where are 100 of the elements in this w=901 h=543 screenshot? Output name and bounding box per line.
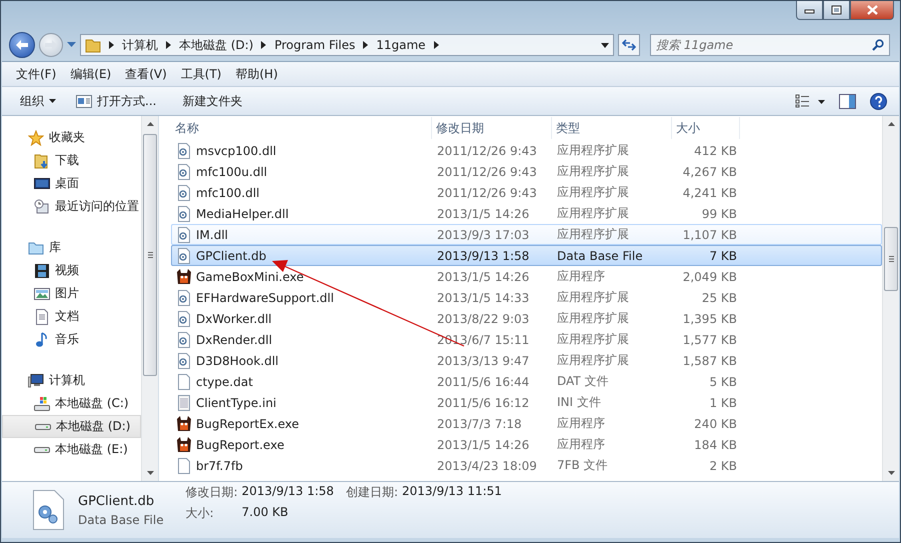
file-name: mfc100u.dll — [172, 164, 433, 180]
search-field[interactable]: 搜索 11game — [650, 34, 890, 56]
modified-date: 2013/1/5 14:26 — [436, 438, 530, 452]
file-row[interactable]: MediaHelper.dll 2013/1/5 14:26 应用程序扩展 99 KB — [171, 203, 882, 224]
breadcrumb[interactable]: 11game — [376, 38, 426, 52]
modified-date: 2011/12/26 9:43 — [436, 186, 538, 200]
sidebar-item[interactable]: 视频 — [2, 259, 141, 282]
grip-icon — [148, 252, 152, 258]
sidebar-item[interactable]: 图片 — [2, 282, 141, 305]
scrollbar-thumb[interactable] — [884, 227, 898, 291]
view-options-button[interactable] — [795, 94, 825, 108]
file-row[interactable]: EFHardwareSupport.dll 2013/1/5 14:33 应用程序扩展 25 KB — [171, 287, 882, 308]
detail-value: 7.00 KB — [242, 505, 290, 521]
detail-label: 大小: — [186, 505, 215, 522]
column-header[interactable]: 类型 — [552, 117, 672, 139]
breadcrumb[interactable]: Program Files — [274, 38, 356, 52]
file-size: 4,267 KB — [682, 164, 738, 178]
file-row[interactable]: mfc100.dll 2011/12/26 9:43 应用程序扩展 4,241 KB — [171, 182, 882, 203]
help-button[interactable] — [870, 92, 887, 110]
sidebar-item[interactable]: 本地磁盘 (D:) — [2, 415, 141, 438]
modified-date: 2013/1/5 14:26 — [436, 206, 530, 220]
file-row[interactable]: GameBoxMini.exe 2013/1/5 14:26 应用程序 2,049 KB — [171, 266, 882, 287]
modified-date: 2011/5/6 16:12 — [436, 396, 530, 410]
file-row[interactable]: DxWorker.dll 2013/8/22 9:03 应用程序扩展 1,395 KB — [171, 308, 882, 329]
refresh-button[interactable] — [618, 34, 640, 56]
file-size: 2 KB — [708, 458, 738, 472]
menu-item[interactable]: 帮助(H) — [232, 64, 282, 84]
sidebar-item[interactable]: 本地磁盘 (E:) — [2, 438, 141, 461]
close-button[interactable] — [850, 1, 894, 20]
file-gear-icon — [32, 490, 64, 530]
file-row[interactable]: msvcp100.dll 2011/12/26 9:43 应用程序扩展 412 KB — [171, 140, 882, 161]
file-type: 应用程序 — [556, 268, 606, 285]
file-size: 5 KB — [708, 374, 738, 388]
file-name: mfc100.dll — [172, 184, 433, 200]
column-header[interactable]: 名称 — [171, 117, 432, 139]
dll-file-icon — [176, 332, 192, 348]
star-icon — [28, 130, 44, 146]
grip-icon — [888, 256, 894, 262]
breadcrumb[interactable]: 本地磁盘 (D:) — [179, 36, 254, 54]
dll-file-icon — [176, 290, 192, 306]
file-name: BugReport.exe — [172, 436, 433, 452]
game-app-icon — [176, 268, 192, 284]
toolbar-button[interactable]: 打开方式... — [70, 90, 162, 112]
file-row[interactable]: D3D8Hook.dll 2013/3/13 9:47 应用程序扩展 1,587 KB — [171, 350, 882, 371]
file-row[interactable]: BugReportEx.exe 2013/7/3 7:18 应用程序 240 KB — [171, 413, 882, 434]
minimize-button[interactable] — [796, 1, 823, 20]
file-size: 2,049 KB — [682, 270, 738, 284]
file-row[interactable]: BugReport.exe 2013/1/5 14:26 应用程序 184 KB — [171, 434, 882, 455]
file-type: 应用程序扩展 — [556, 142, 630, 159]
music-note-icon — [34, 332, 50, 348]
back-button[interactable] — [9, 32, 35, 58]
menu-item[interactable]: 查看(V) — [121, 64, 171, 84]
maximize-button[interactable] — [823, 1, 850, 20]
sidebar-item[interactable]: 文档 — [2, 305, 141, 328]
toolbar-button[interactable]: 新建文件夹 — [176, 90, 248, 112]
sidebar-item[interactable]: 最近访问的位置 — [2, 195, 141, 218]
toolbar-button[interactable]: 组织 — [14, 90, 62, 112]
scrollbar[interactable] — [141, 116, 158, 481]
dll-file-icon — [176, 184, 192, 200]
file-row[interactable]: ctype.dat 2011/5/6 16:44 DAT 文件 5 KB — [171, 371, 882, 392]
sidebar-item[interactable]: 库 — [2, 236, 141, 259]
file-row[interactable]: IM.dll 2013/9/3 17:03 应用程序扩展 1,107 KB — [171, 224, 882, 245]
chevron-icon — [363, 41, 368, 49]
sidebar-item[interactable]: 下载 — [2, 149, 141, 172]
column-header[interactable]: 修改日期 — [432, 117, 552, 139]
sidebar-item[interactable]: 音乐 — [2, 328, 141, 351]
column-header[interactable]: 大小 — [672, 117, 740, 139]
menu-item[interactable]: 工具(T) — [176, 64, 226, 84]
file-row[interactable]: br7f.7fb 2013/4/23 18:09 7FB 文件 2 KB — [171, 455, 882, 476]
modified-date: 2013/1/5 14:33 — [436, 290, 530, 304]
dll-file-icon — [176, 352, 192, 368]
file-size: 240 KB — [693, 416, 738, 430]
menu-item[interactable]: 文件(F) — [12, 64, 60, 84]
sidebar-item[interactable]: 计算机 — [2, 369, 141, 392]
scrollbar-thumb[interactable] — [143, 134, 157, 376]
file-name: ClientType.ini — [172, 394, 433, 410]
file-type: Data Base File — [78, 512, 164, 526]
modified-date: 2013/7/3 7:18 — [436, 416, 523, 430]
monitor-icon — [34, 176, 50, 192]
file-size: 99 KB — [700, 206, 738, 220]
file-row[interactable]: mfc100u.dll 2011/12/26 9:43 应用程序扩展 4,267 KB — [171, 161, 882, 182]
file-row[interactable]: ClientType.ini 2011/5/6 16:12 INI 文件 1 KB — [171, 392, 882, 413]
sidebar-item[interactable]: 本地磁盘 (C:) — [2, 392, 141, 415]
game-app-icon — [176, 436, 192, 452]
breadcrumb[interactable]: 计算机 — [122, 36, 158, 54]
sidebar-item[interactable]: 桌面 — [2, 172, 141, 195]
window-icon — [76, 94, 92, 108]
file-row[interactable]: GPClient.db 2013/9/13 1:58 Data Base File 7 KB — [171, 245, 882, 266]
chevron-icon — [261, 41, 266, 49]
modified-date: 2013/4/23 18:09 — [436, 458, 538, 472]
preview-pane-button[interactable] — [839, 94, 856, 108]
address-bar[interactable]: 计算机 本地磁盘 (D:) Program Files 11game — [80, 34, 614, 56]
scrollbar[interactable] — [882, 116, 899, 481]
file-name: DxWorker.dll — [172, 310, 433, 326]
modified-date: 2011/12/26 9:43 — [436, 144, 538, 158]
file-type: 应用程序扩展 — [556, 205, 630, 222]
film-icon — [34, 262, 50, 278]
menu-item[interactable]: 编辑(E) — [66, 64, 116, 84]
modified-date: 2013/8/22 9:03 — [436, 312, 530, 326]
sidebar-item[interactable]: 收藏夹 — [2, 126, 141, 149]
